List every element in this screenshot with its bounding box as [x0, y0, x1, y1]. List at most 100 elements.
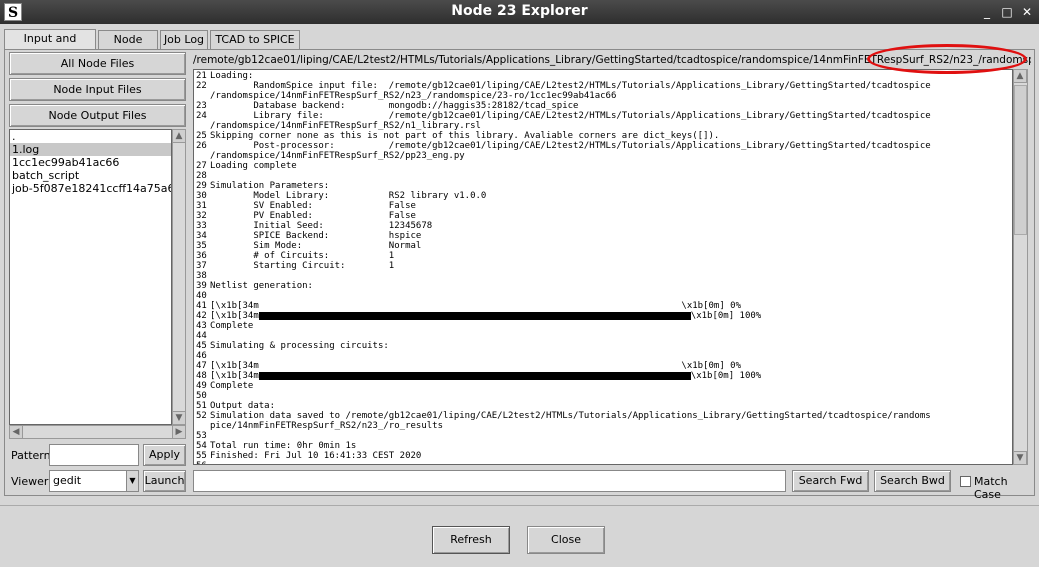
- chevron-down-icon[interactable]: ▼: [126, 471, 138, 491]
- log-line-number: 33: [196, 221, 207, 231]
- log-line: 32 PV Enabled: False: [194, 211, 1012, 221]
- log-line-number: 23: [196, 101, 207, 111]
- log-line-number: 27: [196, 161, 207, 171]
- file-list-item[interactable]: job-5f087e18241ccff14a75a6c4.sl: [10, 182, 171, 195]
- log-line: 39 Netlist generation:: [194, 281, 1012, 291]
- close-icon[interactable]: ✕: [1018, 3, 1036, 21]
- log-line: 54 Total run time: 0hr 0min 1s: [194, 441, 1012, 451]
- tab-node-data[interactable]: Node Data: [98, 30, 158, 64]
- log-line-text: SV Enabled: False: [210, 201, 416, 211]
- log-line: 26 Post-processor: /remote/gb12cae01/lip…: [194, 141, 1012, 151]
- refresh-button[interactable]: Refresh: [432, 526, 510, 554]
- log-line: 33 Initial Seed: 12345678: [194, 221, 1012, 231]
- scroll-down-icon[interactable]: ▼: [1013, 451, 1027, 465]
- scroll-left-icon[interactable]: ◀: [9, 425, 23, 439]
- log-line: 30 Model Library: RS2 library v1.0.0: [194, 191, 1012, 201]
- minimize-icon[interactable]: _: [978, 3, 996, 21]
- file-list-item[interactable]: .: [10, 130, 171, 143]
- log-line: 25 Skipping corner none as this is not pa…: [194, 131, 1012, 141]
- log-text-area[interactable]: 21 Loading: 22 RandomSpice input file: /re…: [193, 69, 1013, 465]
- log-line: 49 Complete: [194, 381, 1012, 391]
- node-input-files-button[interactable]: Node Input Files: [9, 78, 186, 101]
- scroll-up-icon[interactable]: ▲: [1013, 69, 1027, 83]
- log-line: 43 Complete: [194, 321, 1012, 331]
- log-line-number: 46: [196, 351, 207, 361]
- match-case-label: Match Case: [974, 475, 1008, 501]
- file-list-item-selected[interactable]: 1.log: [10, 143, 171, 156]
- scroll-down-icon[interactable]: ▼: [172, 411, 186, 425]
- all-node-files-button[interactable]: All Node Files: [9, 52, 186, 75]
- log-line-number: 41: [196, 301, 207, 311]
- log-line: 53: [194, 431, 1012, 441]
- log-line-text: Post-processor: /remote/gb12cae01/liping…: [210, 141, 931, 151]
- tab-job-log[interactable]: Job Log: [160, 30, 208, 50]
- log-line-text: Total run time: 0hr 0min 1s: [210, 441, 357, 451]
- log-line-number: 25: [196, 131, 207, 141]
- log-line-number: 56: [194, 461, 210, 464]
- log-line-text: PV Enabled: False: [210, 211, 416, 221]
- log-scroll-thumb[interactable]: [1014, 85, 1027, 235]
- log-line: 42 [\x1b[34m \x1b[0m] 100%: [194, 311, 1012, 321]
- close-button[interactable]: Close: [527, 526, 605, 554]
- log-line-text: Loading complete: [210, 161, 297, 171]
- match-case-checkbox[interactable]: [960, 476, 971, 487]
- log-line: 22 RandomSpice input file: /remote/gb12c…: [194, 81, 1012, 91]
- search-bwd-button[interactable]: Search Bwd: [874, 470, 951, 492]
- log-line-text: Complete: [210, 321, 254, 331]
- log-line-number: 30: [196, 191, 207, 201]
- log-line-number: 29: [196, 181, 207, 191]
- scroll-up-icon[interactable]: ▲: [172, 129, 186, 143]
- log-line: 21 Loading:: [194, 71, 1012, 81]
- log-line-text: Simulating & processing circuits:: [210, 341, 389, 351]
- tab-tcad-to-spice[interactable]: TCAD to SPICE: [210, 30, 300, 50]
- launch-button[interactable]: Launch: [143, 470, 186, 492]
- log-line: 28: [194, 171, 1012, 181]
- pattern-label: Pattern: [11, 449, 51, 462]
- file-list-item[interactable]: batch_script: [10, 169, 171, 182]
- scroll-right-icon[interactable]: ▶: [172, 425, 186, 439]
- log-line-text: Sim Mode: Normal: [210, 241, 422, 251]
- node-output-files-button[interactable]: Node Output Files: [9, 104, 186, 127]
- log-line-text: Skipping corner none as this is not part…: [210, 131, 720, 141]
- file-list-hscrollbar[interactable]: ◀ ▶: [9, 425, 186, 439]
- log-line: 44: [194, 331, 1012, 341]
- log-line: /randomspice/14nmFinFETRespSurf_RS2/n1_l…: [194, 121, 1012, 131]
- log-line-number: 55: [196, 451, 207, 461]
- file-list[interactable]: . 1.log 1cc1ec99ab41ac66 batch_script jo…: [9, 129, 172, 425]
- tab-input-and-output[interactable]: Input and Output: [4, 29, 96, 63]
- maximize-icon[interactable]: □: [998, 3, 1016, 21]
- log-vscrollbar[interactable]: ▲ ▼: [1013, 69, 1028, 465]
- log-line: 34 SPICE Backend: hspice: [194, 231, 1012, 241]
- log-line-text: Finished: Fri Jul 10 16:41:33 CEST 2020: [210, 451, 422, 461]
- log-line-text: Library file: /remote/gb12cae01/liping/C…: [210, 111, 931, 121]
- log-line-text: [\x1b[34m \x1b[0m] 0%: [210, 301, 742, 311]
- log-line-text: Output data:: [210, 401, 276, 411]
- log-line-text: [\x1b[34m: [210, 371, 259, 381]
- log-line-number: 49: [196, 381, 207, 391]
- log-line: 35 Sim Mode: Normal: [194, 241, 1012, 251]
- log-line-number: 35: [196, 241, 207, 251]
- log-line: 41 [\x1b[34m \x1b[0m] 0%: [194, 301, 1012, 311]
- log-line-number: 34: [196, 231, 207, 241]
- log-line-number: 51: [196, 401, 207, 411]
- pattern-input[interactable]: [49, 444, 139, 466]
- log-line: /randomspice/14nmFinFETRespSurf_RS2/n23_…: [194, 91, 1012, 101]
- log-line: 48 [\x1b[34m \x1b[0m] 100%: [194, 371, 1012, 381]
- log-line-text: /randomspice/14nmFinFETRespSurf_RS2/pp23…: [210, 151, 465, 161]
- log-line-text: /randomspice/14nmFinFETRespSurf_RS2/n1_l…: [210, 121, 481, 131]
- log-line-text: Starting Circuit: 1: [210, 261, 395, 271]
- log-line: 47 [\x1b[34m \x1b[0m] 0%: [194, 361, 1012, 371]
- log-line-number: 45: [196, 341, 207, 351]
- log-line-text: Simulation data saved to /remote/gb12cae…: [210, 411, 931, 421]
- log-line-text: [\x1b[34m: [210, 311, 259, 321]
- apply-button[interactable]: Apply: [143, 444, 186, 466]
- viewer-select[interactable]: gedit ▼: [49, 470, 139, 492]
- log-line-text: Initial Seed: 12345678: [210, 221, 433, 231]
- file-list-vscrollbar[interactable]: ▲ ▼: [172, 129, 186, 425]
- file-list-item[interactable]: 1cc1ec99ab41ac66: [10, 156, 171, 169]
- search-input[interactable]: [193, 470, 786, 492]
- log-line-text: Database backend: mongodb://haggis35:281…: [210, 101, 579, 111]
- search-fwd-button[interactable]: Search Fwd: [792, 470, 869, 492]
- log-line: 36 # of Circuits: 1: [194, 251, 1012, 261]
- log-line-number: 48: [196, 371, 207, 381]
